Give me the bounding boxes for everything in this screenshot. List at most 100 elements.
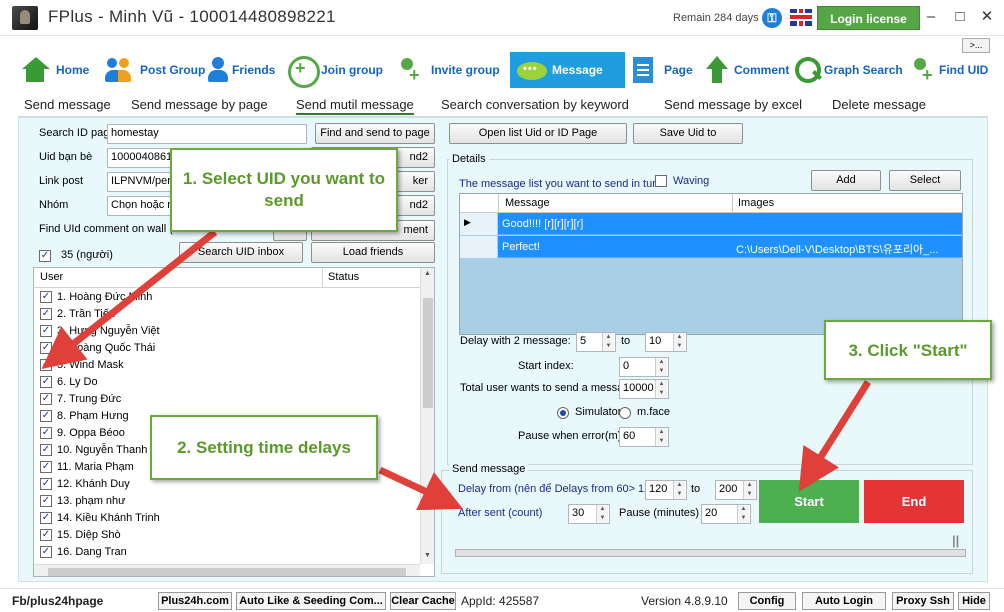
- maximize-button[interactable]: □: [949, 6, 971, 28]
- nav-graph-search[interactable]: Graph Search: [793, 52, 903, 88]
- user-list-vscroll[interactable]: ▲ ▼: [420, 268, 434, 564]
- scroll-up-icon[interactable]: ▲: [424, 270, 431, 277]
- user-checkbox[interactable]: ✓: [40, 478, 52, 490]
- user-checkbox[interactable]: ✓: [40, 393, 52, 405]
- user-row[interactable]: ✓ 16. Dang Tran: [34, 544, 420, 561]
- nav-page[interactable]: Page: [628, 52, 693, 88]
- nav-find-uid[interactable]: Find UID: [908, 52, 988, 88]
- user-checkbox[interactable]: ✓: [40, 359, 52, 371]
- load-friends-button[interactable]: Load friends: [311, 242, 435, 263]
- search-uid-inbox-button[interactable]: Search UID inbox: [179, 242, 303, 263]
- user-checkbox[interactable]: ✓: [40, 325, 52, 337]
- search-id-input[interactable]: homestay: [107, 124, 307, 144]
- user-checkbox[interactable]: ✓: [40, 376, 52, 388]
- waving-checkbox[interactable]: [655, 175, 667, 187]
- nav-friends[interactable]: Friends: [204, 52, 275, 88]
- nav-join-group[interactable]: Join group: [287, 52, 383, 88]
- user-checkbox[interactable]: ✓: [40, 410, 52, 422]
- config-button[interactable]: Config: [738, 592, 796, 610]
- tab-send-message-by-excel[interactable]: Send message by excel: [664, 97, 802, 112]
- close-button[interactable]: ✕: [976, 6, 998, 28]
- add-button[interactable]: Add: [811, 170, 881, 191]
- pause-icon[interactable]: ||: [952, 533, 959, 548]
- message-cell[interactable]: Good!!!! [r][r][r][r]: [502, 218, 730, 230]
- user-row[interactable]: ✓ 6. Ly Do: [34, 374, 420, 391]
- user-checkbox[interactable]: ✓: [40, 308, 52, 320]
- login-license-button[interactable]: Login license: [817, 6, 920, 30]
- message-grid[interactable]: Message Images ▶ Good!!!! [r][r][r][r] P…: [459, 193, 963, 335]
- after-sent-stepper[interactable]: 30: [568, 504, 610, 524]
- uk-flag-icon[interactable]: [790, 9, 812, 26]
- tab-send-mutil-message[interactable]: Send mutil message: [296, 97, 414, 115]
- hscroll-thumb[interactable]: [48, 568, 406, 576]
- user-row[interactable]: ✓ 4. Hoàng Quốc Thái: [34, 340, 420, 357]
- key-icon[interactable]: ⚿: [762, 8, 782, 28]
- message-grid-header: Message Images: [460, 194, 962, 213]
- minimize-button[interactable]: –: [920, 6, 942, 28]
- user-row[interactable]: ✓ 2. Trần Tiến: [34, 306, 420, 323]
- simulator-radio[interactable]: [557, 407, 569, 419]
- plus24h-button[interactable]: Plus24h.com: [158, 592, 232, 610]
- fb-page-link[interactable]: Fb/plus24hpage: [12, 594, 103, 608]
- user-checkbox[interactable]: ✓: [40, 546, 52, 558]
- user-row[interactable]: ✓ 15. Diệp Shò: [34, 527, 420, 544]
- images-cell[interactable]: C:\Users\Dell-V\Desktop\BTS\유포리아_...: [736, 241, 962, 257]
- user-list-hscroll[interactable]: [34, 564, 420, 576]
- user-row[interactable]: ✓ 7. Trung Đức: [34, 391, 420, 408]
- pause-minutes-stepper[interactable]: 20: [701, 504, 751, 524]
- nav-comment[interactable]: Comment: [702, 52, 789, 88]
- user-checkbox[interactable]: ✓: [40, 461, 52, 473]
- user-checkbox[interactable]: ✓: [40, 529, 52, 541]
- message-cell[interactable]: Perfect!: [502, 241, 730, 253]
- nav-post-group[interactable]: Post Group: [104, 52, 205, 88]
- message-row[interactable]: ▶ Good!!!! [r][r][r][r]: [460, 213, 962, 235]
- clear-cache-button[interactable]: Clear Cache: [390, 592, 456, 610]
- start-index-stepper[interactable]: 0: [619, 357, 669, 377]
- user-checkbox[interactable]: ✓: [40, 495, 52, 507]
- col-message[interactable]: Message: [505, 197, 550, 209]
- auto-like-button[interactable]: Auto Like & Seeding Com...: [236, 592, 386, 610]
- nav-home[interactable]: Home: [20, 52, 89, 88]
- select-button[interactable]: Select: [889, 170, 961, 191]
- tab-send-message[interactable]: Send message: [24, 97, 111, 112]
- more-button[interactable]: >...: [962, 38, 990, 53]
- delay-from-stepper[interactable]: 5: [576, 332, 616, 352]
- vscroll-thumb[interactable]: [423, 298, 433, 408]
- user-row[interactable]: ✓ 3. Hưng Nguyễn Việt: [34, 323, 420, 340]
- user-checkbox[interactable]: ✓: [40, 427, 52, 439]
- user-row[interactable]: ✓ 14. Kiều Khánh Trinh: [34, 510, 420, 527]
- hide-button[interactable]: Hide: [958, 592, 990, 610]
- tab-send-message-by-page[interactable]: Send message by page: [131, 97, 268, 112]
- nav-invite-group[interactable]: Invite group: [395, 52, 500, 88]
- tab-delete-message[interactable]: Delete message: [832, 97, 926, 112]
- total-user-stepper[interactable]: 10000: [619, 379, 669, 399]
- user-checkbox[interactable]: ✓: [40, 291, 52, 303]
- end-button[interactable]: End: [864, 480, 964, 523]
- col-images[interactable]: Images: [738, 197, 774, 209]
- tab-search-conversation[interactable]: Search conversation by keyword: [441, 97, 629, 112]
- mface-radio[interactable]: [619, 407, 631, 419]
- user-checkbox[interactable]: ✓: [40, 342, 52, 354]
- scroll-down-icon[interactable]: ▼: [424, 552, 431, 559]
- start-button[interactable]: Start: [759, 480, 859, 523]
- select-all-checkbox[interactable]: ✓: [39, 250, 51, 262]
- save-uid-button[interactable]: Save Uid to: [633, 123, 743, 144]
- open-list-uid-button[interactable]: Open list Uid or ID Page: [449, 123, 627, 144]
- col-status[interactable]: Status: [328, 271, 359, 283]
- user-row[interactable]: ✓ 1. Hoàng Đức Minh: [34, 289, 420, 306]
- user-row[interactable]: ✓ 5. Wind Mask: [34, 357, 420, 374]
- uid-label: Uid bạn bè: [39, 151, 93, 163]
- send-delay-from-stepper[interactable]: 120: [645, 480, 687, 500]
- user-checkbox[interactable]: ✓: [40, 444, 52, 456]
- col-user[interactable]: User: [40, 271, 63, 283]
- nav-message[interactable]: Message: [510, 52, 625, 88]
- find-and-send-button[interactable]: Find and send to page: [315, 123, 435, 144]
- user-checkbox[interactable]: ✓: [40, 512, 52, 524]
- pause-error-stepper[interactable]: 60: [619, 427, 669, 447]
- user-row[interactable]: ✓ 13. phạm như: [34, 493, 420, 510]
- message-row[interactable]: Perfect! C:\Users\Dell-V\Desktop\BTS\유포리…: [460, 236, 962, 258]
- send-delay-to-stepper[interactable]: 200: [715, 480, 757, 500]
- auto-login-button[interactable]: Auto Login: [802, 592, 886, 610]
- delay-to-stepper[interactable]: 10: [645, 332, 687, 352]
- proxy-ssh-button[interactable]: Proxy Ssh: [892, 592, 954, 610]
